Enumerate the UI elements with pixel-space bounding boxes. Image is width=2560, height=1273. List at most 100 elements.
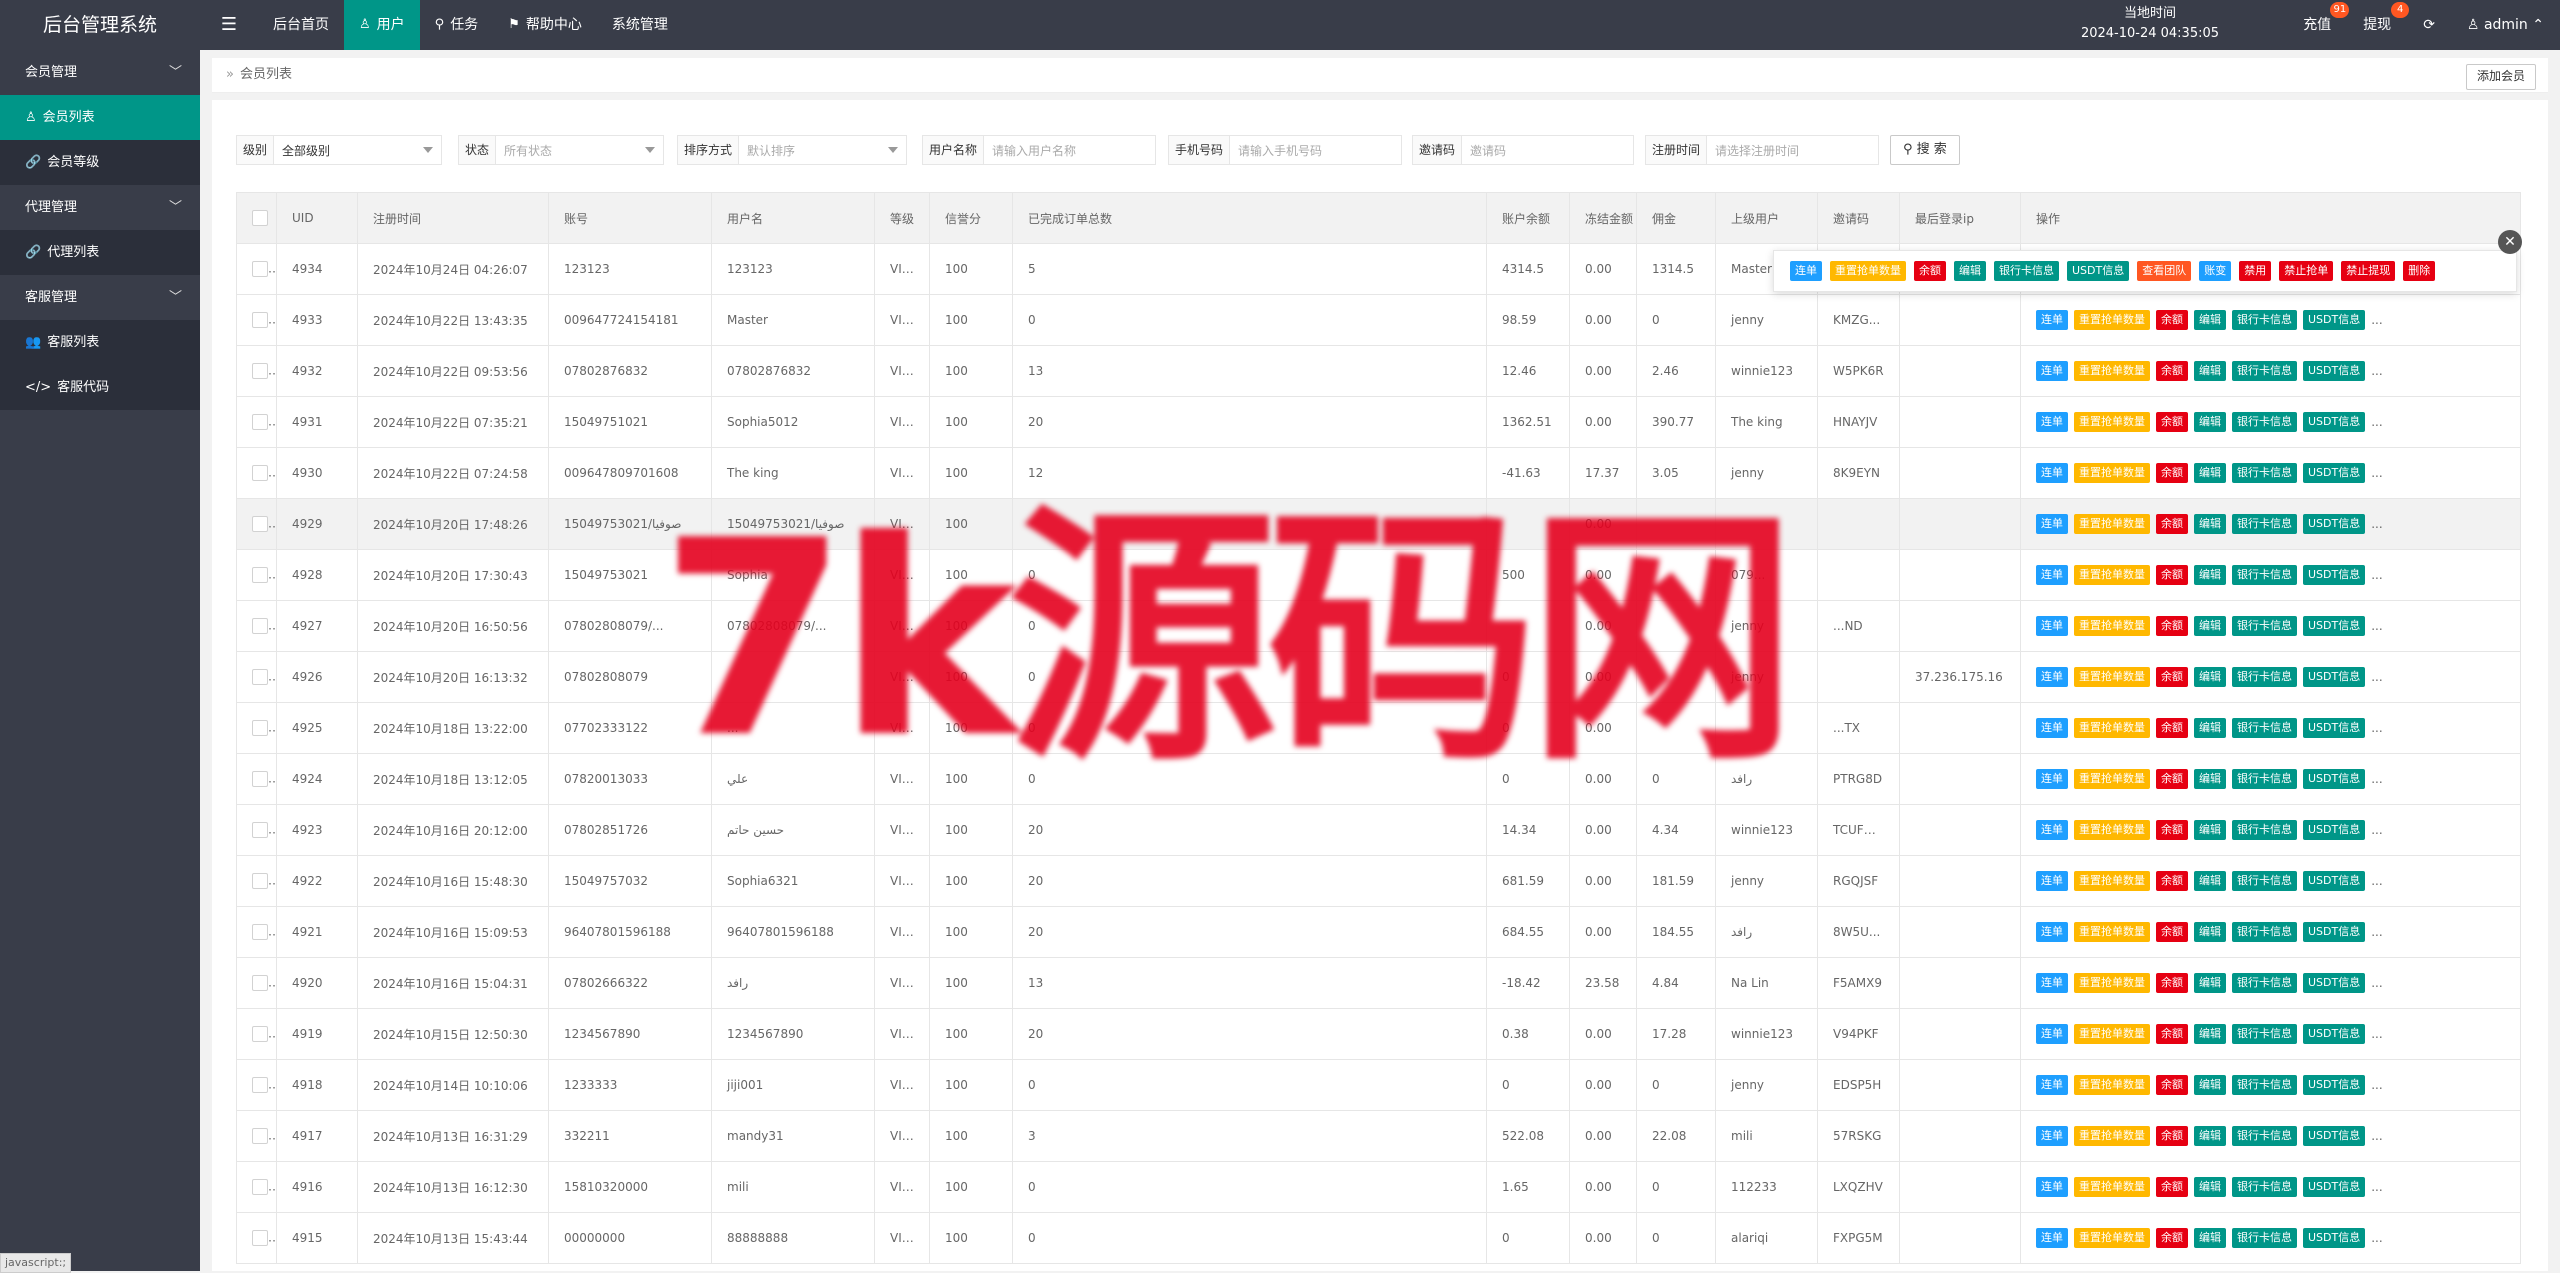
action-button[interactable]: 余额: [2156, 310, 2188, 330]
sort-select[interactable]: 排序方式 默认排序: [677, 135, 907, 165]
popup-action-button[interactable]: 余额: [1914, 261, 1946, 281]
action-button[interactable]: 编辑: [2194, 922, 2226, 942]
action-button[interactable]: 重置抢单数量: [2074, 361, 2150, 381]
action-button[interactable]: 编辑: [2194, 769, 2226, 789]
action-button[interactable]: 重置抢单数量: [2074, 973, 2150, 993]
action-button[interactable]: 银行卡信息: [2232, 1126, 2297, 1146]
row-checkbox[interactable]: [252, 771, 268, 787]
more-actions-button[interactable]: ...: [2371, 415, 2382, 429]
action-button[interactable]: 余额: [2156, 1024, 2188, 1044]
action-button[interactable]: 连单: [2036, 871, 2068, 891]
row-checkbox[interactable]: [252, 414, 268, 430]
more-actions-button[interactable]: ...: [2371, 517, 2382, 531]
action-button[interactable]: 连单: [2036, 565, 2068, 585]
row-checkbox[interactable]: [252, 822, 268, 838]
action-button[interactable]: USDT信息: [2303, 769, 2366, 789]
more-actions-button[interactable]: ...: [2371, 466, 2382, 480]
action-button[interactable]: 连单: [2036, 514, 2068, 534]
action-button[interactable]: 连单: [2036, 463, 2068, 483]
action-button[interactable]: 银行卡信息: [2232, 1024, 2297, 1044]
action-button[interactable]: 编辑: [2194, 718, 2226, 738]
action-button[interactable]: 余额: [2156, 565, 2188, 585]
popup-action-button[interactable]: 编辑: [1954, 261, 1986, 281]
action-button[interactable]: 余额: [2156, 412, 2188, 432]
row-checkbox[interactable]: [252, 1128, 268, 1144]
action-button[interactable]: 编辑: [2194, 1177, 2226, 1197]
action-button[interactable]: 余额: [2156, 1126, 2188, 1146]
select-all-checkbox[interactable]: [252, 210, 268, 226]
action-button[interactable]: 余额: [2156, 1228, 2188, 1248]
action-button[interactable]: 编辑: [2194, 361, 2226, 381]
action-button[interactable]: 银行卡信息: [2232, 820, 2297, 840]
action-button[interactable]: 重置抢单数量: [2074, 820, 2150, 840]
action-button[interactable]: USDT信息: [2303, 514, 2366, 534]
action-button[interactable]: 余额: [2156, 820, 2188, 840]
more-actions-button[interactable]: ...: [2371, 1078, 2382, 1092]
action-button[interactable]: 编辑: [2194, 616, 2226, 636]
action-button[interactable]: 连单: [2036, 769, 2068, 789]
action-button[interactable]: 银行卡信息: [2232, 667, 2297, 687]
action-button[interactable]: 连单: [2036, 412, 2068, 432]
action-button[interactable]: 余额: [2156, 667, 2188, 687]
action-button[interactable]: 编辑: [2194, 463, 2226, 483]
sidebar-item-support-list[interactable]: 👥 客服列表: [0, 320, 200, 365]
popup-action-button[interactable]: 删除: [2403, 261, 2436, 281]
popup-action-button[interactable]: 禁止提现: [2341, 261, 2396, 281]
close-icon[interactable]: ✕: [2498, 230, 2522, 254]
action-button[interactable]: USDT信息: [2303, 361, 2366, 381]
action-button[interactable]: 连单: [2036, 922, 2068, 942]
action-button[interactable]: 重置抢单数量: [2074, 616, 2150, 636]
action-button[interactable]: USDT信息: [2303, 565, 2366, 585]
topnav-help[interactable]: ⚑ 帮助中心: [493, 0, 597, 50]
user-menu[interactable]: ♙ admin ⌃: [2451, 0, 2560, 50]
action-button[interactable]: 重置抢单数量: [2074, 1024, 2150, 1044]
action-button[interactable]: 银行卡信息: [2232, 871, 2297, 891]
row-checkbox[interactable]: [252, 465, 268, 481]
action-button[interactable]: 重置抢单数量: [2074, 1126, 2150, 1146]
status-select[interactable]: 状态 所有状态: [458, 135, 664, 165]
action-button[interactable]: 余额: [2156, 922, 2188, 942]
row-checkbox[interactable]: [252, 1230, 268, 1246]
action-button[interactable]: 编辑: [2194, 1075, 2226, 1095]
more-actions-button[interactable]: ...: [2371, 1231, 2382, 1245]
popup-action-button[interactable]: USDT信息: [2067, 261, 2130, 281]
action-button[interactable]: 重置抢单数量: [2074, 565, 2150, 585]
more-actions-button[interactable]: ...: [2371, 1180, 2382, 1194]
action-button[interactable]: USDT信息: [2303, 310, 2366, 330]
row-checkbox[interactable]: [252, 873, 268, 889]
action-button[interactable]: 重置抢单数量: [2074, 871, 2150, 891]
row-checkbox[interactable]: [252, 720, 268, 736]
row-checkbox[interactable]: [252, 1026, 268, 1042]
action-button[interactable]: 连单: [2036, 1228, 2068, 1248]
more-actions-button[interactable]: ...: [2371, 619, 2382, 633]
action-button[interactable]: USDT信息: [2303, 1024, 2366, 1044]
row-checkbox[interactable]: [252, 975, 268, 991]
sidebar-group-members[interactable]: 会员管理 ﹀: [0, 50, 200, 95]
popup-action-button[interactable]: 禁止抢单: [2279, 261, 2334, 281]
phone-input[interactable]: 手机号码 请输入手机号码: [1168, 135, 1402, 165]
action-button[interactable]: 余额: [2156, 769, 2188, 789]
withdraw-link[interactable]: 提现 4: [2347, 0, 2410, 50]
action-button[interactable]: 银行卡信息: [2232, 361, 2297, 381]
action-button[interactable]: USDT信息: [2303, 871, 2366, 891]
level-select[interactable]: 级别 全部级别: [236, 135, 442, 165]
popup-action-button[interactable]: 银行卡信息: [1994, 261, 2059, 281]
action-button[interactable]: 银行卡信息: [2232, 514, 2297, 534]
action-button[interactable]: 余额: [2156, 1075, 2188, 1095]
more-actions-button[interactable]: ...: [2371, 568, 2382, 582]
more-actions-button[interactable]: ...: [2371, 772, 2382, 786]
action-button[interactable]: 重置抢单数量: [2074, 463, 2150, 483]
popup-action-button[interactable]: 账变: [2199, 261, 2232, 281]
action-button[interactable]: USDT信息: [2303, 1228, 2366, 1248]
popup-action-button[interactable]: 查看团队: [2137, 261, 2192, 281]
action-button[interactable]: 连单: [2036, 667, 2068, 687]
action-button[interactable]: 编辑: [2194, 514, 2226, 534]
sidebar-item-agent-list[interactable]: 🔗 代理列表: [0, 230, 200, 275]
more-actions-button[interactable]: ...: [2371, 1129, 2382, 1143]
action-button[interactable]: USDT信息: [2303, 973, 2366, 993]
menu-toggle-icon[interactable]: ☰: [212, 0, 246, 50]
sidebar-group-agents[interactable]: 代理管理 ﹀: [0, 185, 200, 230]
action-button[interactable]: 重置抢单数量: [2074, 1177, 2150, 1197]
action-button[interactable]: 银行卡信息: [2232, 718, 2297, 738]
action-button[interactable]: 连单: [2036, 718, 2068, 738]
